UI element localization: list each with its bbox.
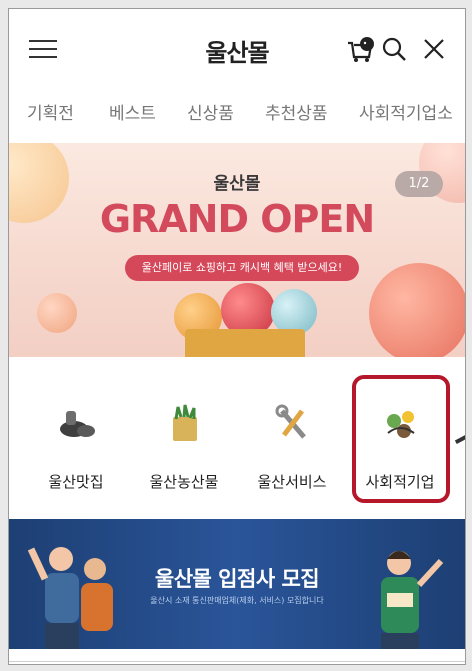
search-icon[interactable]: [381, 36, 407, 62]
recruit-banner[interactable]: 울산몰 입점사 모집 울산시 소재 통신판매업체(제화, 서비스) 모집합니다: [9, 519, 465, 649]
category-item-produce[interactable]: 울산농산물: [129, 381, 239, 501]
nav-item-recommended[interactable]: 추천상품: [265, 99, 328, 124]
balloon-decoration: [37, 293, 77, 333]
category-label: 울산농산물: [149, 473, 219, 491]
nav-item-social-enterprise[interactable]: 사회적기업소: [359, 99, 453, 124]
gift-box: [185, 329, 305, 357]
app-frame: 울산몰 기획전 베스트 신상품 추천상품 사회적기업소 울산몰 GRAND OP…: [8, 8, 466, 665]
cart-icon[interactable]: [345, 35, 375, 63]
promo-banner[interactable]: 울산몰 GRAND OPEN 울산페이로 쇼핑하고 캐시백 혜택 받으세요! 1…: [9, 143, 465, 357]
category-item-services[interactable]: 울산서비스: [237, 381, 347, 501]
balloon-decoration: [369, 263, 465, 357]
header: 울산몰: [9, 9, 465, 85]
banner-headline: GRAND OPEN: [99, 197, 375, 241]
page-indicator: 1/2: [395, 171, 443, 197]
category-label: 울산맛집: [48, 473, 104, 491]
produce-icon: [173, 404, 197, 441]
tools-icon: [275, 404, 306, 439]
nav-item-best[interactable]: 베스트: [109, 99, 156, 124]
person-illustration-right: [381, 551, 444, 649]
highlight-box: [352, 375, 450, 503]
banner-pill: 울산페이로 쇼핑하고 캐시백 혜택 받으세요!: [125, 255, 359, 281]
nav-item-exhibitions[interactable]: 기획전: [27, 99, 74, 124]
food-icon: [60, 411, 95, 437]
close-icon[interactable]: [421, 36, 447, 62]
nav-item-new[interactable]: 신상품: [187, 99, 234, 124]
category-nav: 기획전 베스트 신상품 추천상품 사회적기업소: [9, 99, 465, 135]
category-item-food[interactable]: 울산맛집: [21, 381, 131, 501]
category-label: 울산서비스: [257, 473, 327, 491]
divider: [9, 661, 465, 662]
